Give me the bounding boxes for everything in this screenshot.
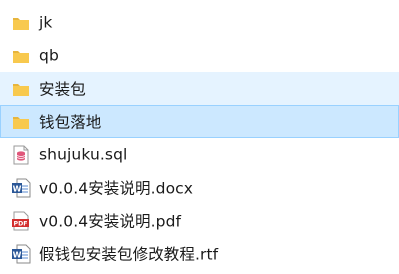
folder-icon	[10, 78, 32, 100]
file-item-label: 钱包落地	[39, 113, 102, 132]
file-list: jk qb 安装包 钱包落地 shujuku.sql W v0.0.4安装说明.…	[0, 0, 399, 274]
file-item-label: qb	[39, 46, 59, 65]
file-item-jk[interactable]: jk	[0, 6, 399, 39]
file-item-qianbaoluodi[interactable]: 钱包落地	[0, 105, 399, 138]
file-item-label: 安装包	[39, 80, 86, 99]
file-item-install-docx[interactable]: W v0.0.4安装说明.docx	[0, 171, 399, 204]
folder-icon	[10, 12, 32, 34]
database-file-icon	[10, 144, 32, 166]
svg-text:W: W	[13, 184, 22, 193]
file-item-qb[interactable]: qb	[0, 39, 399, 72]
file-item-label: jk	[39, 13, 53, 32]
rtf-document-icon: W	[10, 243, 32, 265]
svg-text:PDF: PDF	[14, 220, 28, 227]
word-document-icon: W	[10, 177, 32, 199]
pdf-document-icon: PDF	[10, 210, 32, 232]
file-item-label: shujuku.sql	[39, 145, 128, 164]
file-item-label: 假钱包安装包修改教程.rtf	[39, 245, 219, 264]
file-item-shujuku-sql[interactable]: shujuku.sql	[0, 138, 399, 171]
file-item-anzhuangbao[interactable]: 安装包	[0, 72, 399, 105]
file-item-label: v0.0.4安装说明.docx	[39, 179, 194, 198]
folder-icon	[10, 111, 32, 133]
folder-icon	[10, 45, 32, 67]
svg-text:W: W	[13, 250, 22, 259]
file-item-tutorial-rtf[interactable]: W 假钱包安装包修改教程.rtf	[0, 237, 399, 270]
file-item-install-pdf[interactable]: PDF v0.0.4安装说明.pdf	[0, 204, 399, 237]
file-item-label: v0.0.4安装说明.pdf	[39, 212, 182, 231]
